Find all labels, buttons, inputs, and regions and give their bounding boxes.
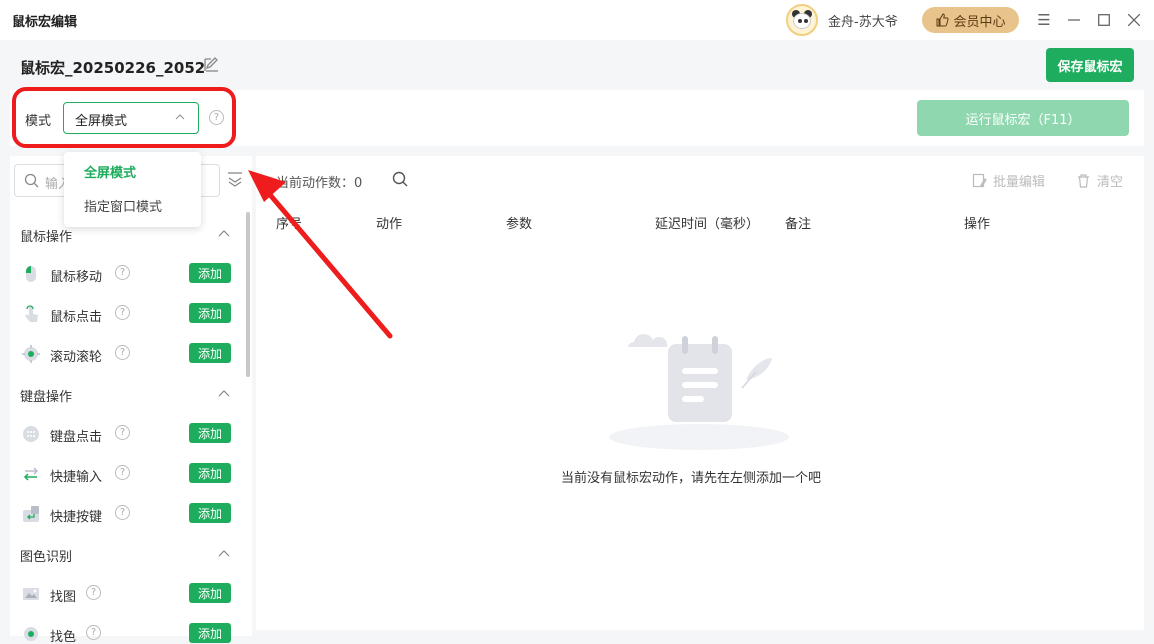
batch-edit-label: 批量编辑 — [993, 175, 1046, 190]
username[interactable]: 金舟-苏大爷 — [828, 11, 898, 30]
section-title-image-color: 图色识别 — [20, 550, 73, 565]
add-button[interactable]: 添加 — [189, 463, 231, 483]
color-picker-icon — [24, 627, 38, 641]
help-icon[interactable]: ? — [115, 505, 130, 520]
sidebar-item-hotkey: 快捷按键 ? 添加 — [22, 503, 232, 525]
batch-edit-button[interactable]: 批量编辑 — [972, 171, 1045, 190]
image-icon — [23, 588, 39, 600]
macro-name: 鼠标宏_20250226_2052 — [20, 59, 206, 77]
item-label: 鼠标点击 — [50, 310, 103, 325]
chevron-up-icon[interactable] — [218, 548, 230, 560]
column-header-operation: 操作 — [964, 217, 991, 232]
help-icon[interactable]: ? — [115, 305, 130, 320]
sidebar-item-find-color: 找色 ? 添加 — [22, 623, 232, 644]
help-icon[interactable]: ? — [115, 465, 130, 480]
help-icon[interactable]: ? — [86, 585, 101, 600]
add-button[interactable]: 添加 — [189, 423, 231, 443]
section-title-keyboard: 键盘操作 — [20, 390, 73, 405]
annotation-arrow-icon — [248, 170, 393, 339]
mode-option-window[interactable]: 指定窗口模式 — [84, 196, 162, 215]
empty-state-text: 当前没有鼠标宏动作，请先在左侧添加一个吧 — [561, 471, 822, 486]
sidebar-item-quick-input: 快捷输入 ? 添加 — [22, 463, 232, 485]
section-title-mouse: 鼠标操作 — [20, 230, 73, 245]
run-macro-button[interactable]: 运行鼠标宏（F11） — [917, 100, 1129, 136]
maximize-icon[interactable] — [1094, 10, 1114, 30]
scroll-wheel-icon — [22, 345, 40, 363]
title-bar: 鼠标宏编辑 金舟-苏大爷 会员中心 ☰ — [0, 0, 1154, 40]
mouse-icon — [26, 266, 36, 282]
add-button[interactable]: 添加 — [189, 503, 231, 523]
keyboard-icon — [23, 426, 39, 442]
item-label: 滚动滚轮 — [50, 350, 103, 365]
item-label: 快捷输入 — [50, 470, 103, 485]
clear-label: 清空 — [1097, 175, 1124, 190]
add-button[interactable]: 添加 — [189, 343, 231, 363]
help-icon[interactable]: ? — [115, 265, 130, 280]
transfer-arrows-icon — [23, 467, 39, 481]
save-macro-button[interactable]: 保存鼠标宏 — [1046, 48, 1134, 82]
mode-option-fullscreen[interactable]: 全屏模式 — [84, 162, 136, 181]
help-icon[interactable]: ? — [86, 625, 101, 640]
annotation-highlight-box — [12, 87, 236, 148]
item-label: 键盘点击 — [50, 430, 103, 445]
column-header-params: 参数 — [506, 217, 533, 232]
click-hand-icon — [25, 305, 38, 322]
sidebar-item-mouse-move: 鼠标移动 ? 添加 — [22, 263, 232, 285]
enter-key-icon — [23, 506, 39, 522]
window-title: 鼠标宏编辑 — [12, 15, 78, 30]
chevron-up-icon[interactable] — [218, 228, 230, 240]
add-button[interactable]: 添加 — [189, 583, 231, 603]
avatar[interactable] — [786, 4, 818, 36]
add-button[interactable]: 添加 — [189, 263, 231, 283]
edit-icon[interactable] — [203, 56, 221, 74]
trash-icon — [1078, 174, 1089, 188]
column-header-delay: 延迟时间（毫秒） — [655, 217, 760, 232]
sidebar-item-key-click: 键盘点击 ? 添加 — [22, 423, 232, 445]
clear-button[interactable]: 清空 — [1076, 171, 1123, 190]
vip-center-button[interactable]: 会员中心 — [922, 7, 1019, 33]
mode-dropdown-menu: 全屏模式 指定窗口模式 — [64, 152, 201, 227]
thumbs-up-icon — [936, 13, 950, 27]
add-button[interactable]: 添加 — [189, 303, 231, 323]
item-label: 找图 — [50, 590, 77, 605]
menu-icon[interactable]: ☰ — [1034, 10, 1054, 30]
help-icon[interactable]: ? — [115, 425, 130, 440]
empty-notepad-icon — [609, 333, 789, 450]
help-icon[interactable]: ? — [115, 345, 130, 360]
add-button[interactable]: 添加 — [189, 623, 231, 643]
item-label: 快捷按键 — [50, 510, 103, 525]
sidebar-item-mouse-click: 鼠标点击 ? 添加 — [22, 303, 232, 325]
item-label: 鼠标移动 — [50, 270, 103, 285]
sidebar-item-scroll-wheel: 滚动滚轮 ? 添加 — [22, 343, 232, 365]
sidebar-item-find-image: 找图 ? 添加 — [22, 583, 232, 605]
minimize-icon[interactable] — [1064, 10, 1084, 30]
search-icon — [24, 173, 39, 188]
column-header-note: 备注 — [785, 217, 812, 232]
item-label: 找色 — [50, 630, 77, 644]
batch-edit-icon — [972, 173, 987, 188]
vip-center-label: 会员中心 — [953, 14, 1006, 30]
close-icon[interactable] — [1124, 10, 1144, 30]
chevron-up-icon[interactable] — [218, 388, 230, 400]
